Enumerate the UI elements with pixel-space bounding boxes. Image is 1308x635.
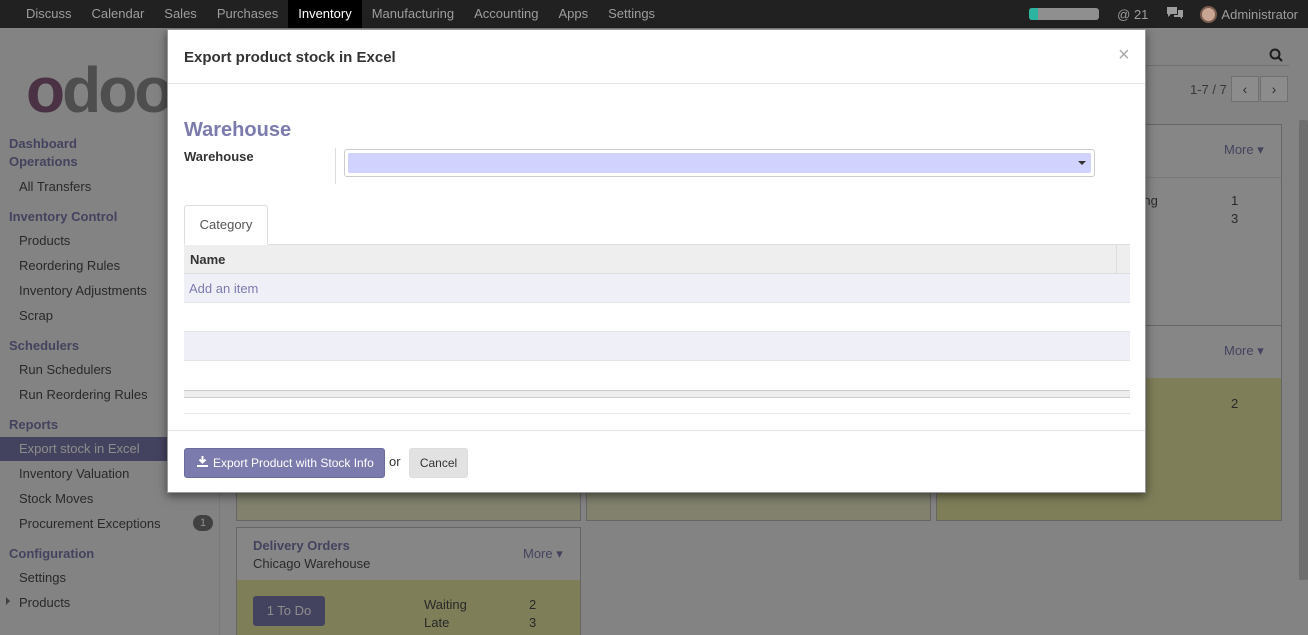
menu-manufacturing[interactable]: Manufacturing: [362, 0, 464, 28]
table-header: Name: [184, 245, 1130, 274]
section-title: Warehouse: [184, 119, 292, 141]
user-menu[interactable]: Administrator: [1200, 5, 1298, 23]
close-icon[interactable]: ×: [1118, 44, 1130, 67]
export-stock-dialog: Export product stock in Excel × Warehous…: [167, 29, 1146, 493]
table-row: [184, 332, 1130, 361]
menu-sales[interactable]: Sales: [154, 0, 207, 28]
menu-discuss[interactable]: Discuss: [16, 0, 82, 28]
app-menu: Discuss Calendar Sales Purchases Invento…: [16, 0, 665, 28]
menu-purchases[interactable]: Purchases: [207, 0, 288, 28]
menu-inventory[interactable]: Inventory: [288, 0, 362, 28]
user-name: Administrator: [1221, 6, 1298, 22]
menu-calendar[interactable]: Calendar: [82, 0, 155, 28]
planner-progress-bar[interactable]: [1029, 8, 1100, 20]
dialog-header: Export product stock in Excel ×: [168, 30, 1145, 84]
chat-bubbles-icon[interactable]: [1166, 6, 1184, 23]
topbar-right: @ 21 Administrator: [1029, 0, 1308, 28]
tab-category[interactable]: Category: [184, 205, 268, 245]
export-product-button[interactable]: Export Product with Stock Info: [184, 448, 385, 478]
table-row: [184, 303, 1130, 332]
menu-apps[interactable]: Apps: [548, 0, 598, 28]
table-row: [184, 361, 1130, 390]
dialog-footer: Export Product with Stock Info or Cancel: [168, 430, 1145, 492]
or-text: or: [389, 454, 401, 469]
table-row-add: Add an item: [184, 274, 1130, 303]
warehouse-select-value: [348, 153, 1091, 173]
add-item-link[interactable]: Add an item: [189, 281, 258, 296]
download-icon: [197, 450, 208, 478]
menu-settings[interactable]: Settings: [598, 0, 665, 28]
column-separator: [1116, 245, 1117, 274]
top-navbar: Discuss Calendar Sales Purchases Invento…: [0, 0, 1308, 28]
table-bottom-line: [184, 413, 1130, 414]
menu-accounting[interactable]: Accounting: [464, 0, 548, 28]
dialog-title: Export product stock in Excel: [184, 49, 396, 66]
warehouse-field-label: Warehouse: [184, 149, 254, 164]
mentions-counter[interactable]: @ 21: [1117, 7, 1148, 22]
warehouse-select[interactable]: [344, 149, 1095, 177]
cancel-button[interactable]: Cancel: [409, 448, 468, 478]
avatar: [1200, 5, 1218, 23]
table-footer: [184, 390, 1130, 398]
field-separator: [335, 148, 336, 184]
column-name[interactable]: Name: [190, 252, 225, 267]
chevron-down-icon[interactable]: [1078, 161, 1086, 165]
export-button-label: Export Product with Stock Info: [213, 456, 374, 470]
progress-fill: [1029, 8, 1038, 20]
